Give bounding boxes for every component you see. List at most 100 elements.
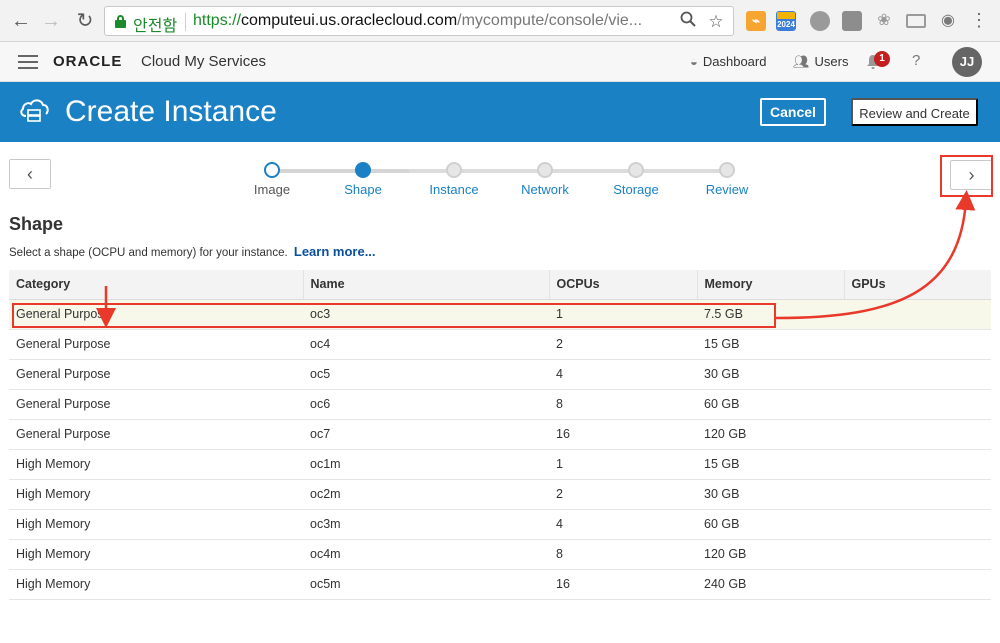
train-step-review[interactable]: Review — [697, 162, 757, 197]
train-step-instance[interactable]: Instance — [424, 162, 484, 197]
train-step-image[interactable]: Image — [242, 162, 302, 197]
cell-category: General Purpose — [9, 419, 303, 450]
browser-menu-icon[interactable]: ⋮ — [970, 10, 988, 30]
train-step-dot[interactable] — [446, 162, 462, 178]
rss-extension-icon[interactable]: ⌁ — [746, 11, 766, 31]
back-arrow-icon[interactable]: ← — [8, 8, 34, 34]
cell-ocpus: 4 — [549, 509, 697, 540]
cell-memory: 120 GB — [697, 539, 844, 570]
train-step-label: Image — [253, 182, 291, 197]
train-step-shape[interactable]: Shape — [333, 162, 393, 197]
train-step-label: Instance — [429, 182, 479, 197]
cell-category: High Memory — [9, 569, 303, 600]
train-step-dot[interactable] — [537, 162, 553, 178]
cell-gpus — [844, 539, 991, 570]
train-step-storage[interactable]: Storage — [606, 162, 666, 197]
notification-badge: 1 — [874, 51, 890, 67]
cell-name: oc6 — [303, 389, 549, 420]
hamburger-menu-icon[interactable] — [18, 55, 38, 69]
address-bar[interactable]: 안전함 https://computeui.us.oraclecloud.com… — [104, 6, 734, 36]
table-row[interactable]: High Memory oc4m 8 120 GB — [9, 539, 991, 570]
dashboard-label: Dashboard — [702, 54, 767, 69]
cell-gpus — [844, 479, 991, 510]
table-header-row: Category Name OCPUs Memory GPUs — [9, 270, 991, 300]
train-step-label: Storage — [613, 182, 659, 197]
table-row[interactable]: High Memory oc3m 4 60 GB — [9, 509, 991, 540]
table-row[interactable]: High Memory oc1m 1 15 GB — [9, 449, 991, 480]
cell-ocpus: 1 — [549, 449, 697, 480]
learn-more-link[interactable]: Learn more... — [294, 244, 376, 259]
bookmark-star-icon[interactable]: ☆ — [705, 11, 727, 33]
zoom-icon[interactable] — [677, 11, 699, 33]
camera-extension-icon[interactable]: ◉ — [938, 11, 958, 31]
cancel-button[interactable]: Cancel — [760, 98, 826, 126]
column-header-gpus[interactable]: GPUs — [844, 270, 991, 300]
cast-extension-icon[interactable] — [906, 14, 926, 28]
users-link[interactable]: 👥︎ Users — [793, 54, 848, 70]
cell-ocpus: 2 — [549, 329, 697, 360]
table-row[interactable]: General Purpose oc5 4 30 GB — [9, 359, 991, 390]
avatar[interactable]: JJ — [952, 47, 982, 77]
cell-ocpus: 8 — [549, 389, 697, 420]
url-path: /mycompute/console/vie... — [457, 12, 643, 29]
reload-icon[interactable]: ↻ — [72, 8, 98, 34]
table-row[interactable]: General Purpose oc7 16 120 GB — [9, 419, 991, 450]
table-row[interactable]: High Memory oc5m 16 240 GB — [9, 569, 991, 600]
column-header-category[interactable]: Category — [9, 270, 304, 300]
paw-extension-icon[interactable]: ❀ — [874, 11, 894, 31]
table-row[interactable]: General Purpose oc4 2 15 GB — [9, 329, 991, 360]
box-extension-icon[interactable] — [842, 11, 862, 31]
section-title: Shape — [9, 214, 64, 234]
help-icon[interactable]: ? — [912, 52, 920, 69]
cell-gpus — [844, 509, 991, 540]
cell-memory: 30 GB — [697, 359, 844, 390]
lock-icon — [115, 15, 126, 28]
previous-step-button[interactable]: ‹ — [9, 159, 51, 189]
train-step-dot[interactable] — [355, 162, 371, 178]
cell-category: General Purpose — [9, 329, 303, 360]
cell-name: oc7 — [303, 419, 549, 450]
cell-ocpus: 8 — [549, 539, 697, 570]
train-step-dot[interactable] — [264, 162, 280, 178]
url-text[interactable]: https://computeui.us.oraclecloud.com/myc… — [193, 12, 673, 30]
extension-badge: 2024 — [777, 19, 795, 30]
cell-name: oc2m — [303, 479, 549, 510]
dashboard-link[interactable]: ◒ Dashboard — [690, 54, 766, 69]
train-step-dot[interactable] — [719, 162, 735, 178]
cell-gpus — [844, 329, 991, 360]
gear-extension-icon[interactable] — [810, 11, 830, 31]
train-step-label: Shape — [344, 182, 382, 197]
table-row[interactable]: High Memory oc2m 2 30 GB — [9, 479, 991, 510]
calendar-extension-icon[interactable]: 2024 — [776, 11, 796, 31]
cell-name: oc1m — [303, 449, 549, 480]
train-step-network[interactable]: Network — [515, 162, 575, 197]
table-row[interactable]: General Purpose oc6 8 60 GB — [9, 389, 991, 420]
column-header-ocpus[interactable]: OCPUs — [549, 270, 698, 300]
cell-category: High Memory — [9, 449, 303, 480]
secure-label: 안전함 — [133, 18, 178, 35]
review-and-create-button[interactable]: Review and Create — [851, 98, 978, 126]
url-separator — [185, 13, 186, 31]
cell-gpus — [844, 299, 991, 330]
app-header: ORACLE Cloud My Services ◒ Dashboard 👥︎ Us… — [0, 42, 1000, 82]
selected-row-highlight-box — [12, 303, 776, 328]
shape-table-body: General Purpose oc3 1 7.5 GB General Purpose… — [9, 299, 991, 600]
forward-arrow-icon[interactable]: → — [38, 8, 64, 34]
cell-gpus — [844, 359, 991, 390]
page-title: Create Instance — [65, 95, 277, 128]
train-step-dot[interactable] — [628, 162, 644, 178]
column-header-memory[interactable]: Memory — [697, 270, 845, 300]
section-description-text: Select a shape (OCPU and memory) for you… — [9, 247, 288, 259]
users-label: Users — [814, 54, 849, 69]
cell-name: oc4 — [303, 329, 549, 360]
dashboard-icon: ◒ — [690, 54, 698, 69]
train-step-label: Review — [705, 182, 749, 197]
cell-gpus — [844, 419, 991, 450]
cell-memory: 120 GB — [697, 419, 844, 450]
cell-name: oc5m — [303, 569, 549, 600]
cell-gpus — [844, 389, 991, 420]
cell-ocpus: 16 — [549, 569, 697, 600]
next-button-highlight-box — [940, 155, 993, 197]
column-header-name[interactable]: Name — [303, 270, 550, 300]
cell-gpus — [844, 449, 991, 480]
